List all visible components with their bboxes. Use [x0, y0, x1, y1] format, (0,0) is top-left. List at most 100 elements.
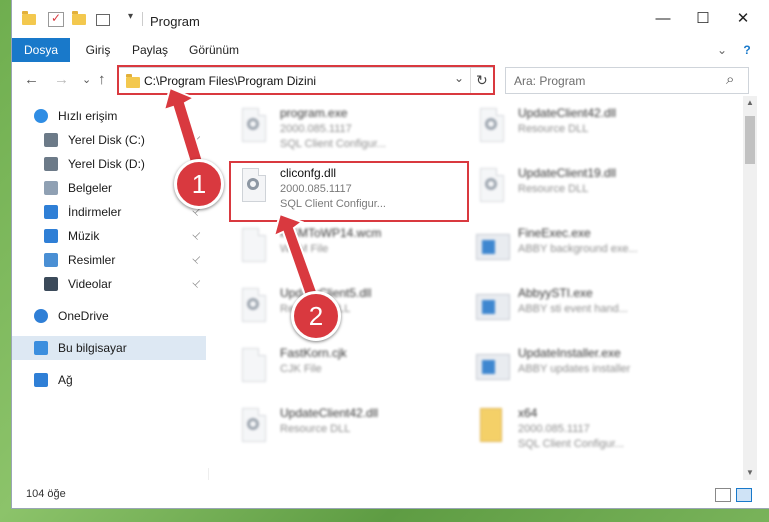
file-item[interactable]: UpdateClient42.dll Resource DLL	[208, 400, 440, 456]
video-icon	[44, 277, 58, 291]
ribbon-expand-icon[interactable]: ⌄	[714, 38, 730, 62]
large-icons-view-icon[interactable]	[736, 488, 752, 502]
minimize-button[interactable]: —	[648, 8, 678, 30]
title-bar: ✓ ▾ Program — ☐ ✕	[12, 0, 769, 38]
sidebar-item[interactable]: Yerel Disk (C:) ⊥	[12, 128, 206, 152]
sidebar-item-label: Resimler	[68, 253, 116, 267]
network-icon	[34, 373, 48, 387]
file-detail: 2000.085.1117	[280, 123, 352, 135]
sidebar-item-label: Müzik	[68, 229, 100, 243]
file-detail: CJK File	[280, 363, 322, 375]
properties-icon[interactable]: ✓	[48, 11, 64, 27]
back-button[interactable]: ←	[24, 71, 39, 88]
file-name: FineExec.exe	[518, 226, 591, 240]
sidebar-item-label: Bu bilgisayar	[58, 341, 127, 355]
pictures-icon	[44, 253, 58, 267]
sidebar-item-label: Videolar	[68, 277, 112, 291]
scrollbar-thumb[interactable]	[745, 116, 755, 164]
file-detail: WCM File	[280, 243, 329, 255]
vertical-scrollbar[interactable]: ▲ ▼	[743, 96, 757, 480]
computer-icon	[34, 341, 48, 355]
sidebar-item-label: Hızlı erişim	[58, 109, 118, 123]
sidebar-item-label: Ağ	[58, 373, 73, 387]
scroll-down-icon[interactable]: ▼	[746, 468, 754, 477]
music-icon	[44, 229, 58, 243]
sidebar-item[interactable]: Videolar ⊥	[12, 272, 206, 296]
file-item[interactable]: FineExec.exe ABBY background exe...	[446, 220, 678, 276]
file-item[interactable]: FastKorn.cjk CJK File	[208, 340, 440, 396]
download-icon	[44, 205, 58, 219]
sidebar-item[interactable]: Bu bilgisayar	[12, 336, 206, 360]
dll-icon	[476, 108, 504, 144]
file-item[interactable]: MSMToWP14.wcm WCM File	[208, 220, 440, 276]
search-input[interactable]: Ara: Program	[514, 74, 585, 88]
up-button[interactable]: ↑	[98, 71, 106, 88]
pin-icon: ⊥	[189, 132, 204, 147]
file-detail: Resource DLL	[518, 183, 589, 195]
exe-icon	[476, 228, 510, 264]
search-box[interactable]: Ara: Program ⌕	[505, 67, 749, 94]
file-icon	[238, 348, 266, 384]
file-name: AbbyySTI.exe	[518, 286, 593, 300]
drive-icon	[44, 133, 58, 147]
file-name: x64	[518, 406, 538, 420]
sidebar-item[interactable]: OneDrive	[12, 304, 206, 328]
file-name: UpdateClient42.dll	[518, 106, 617, 120]
tab-view[interactable]: Görünüm	[184, 38, 244, 62]
step-1-badge: 1	[174, 159, 224, 209]
file-item[interactable]: UpdateInstaller.exe ABBY updates installe…	[446, 340, 678, 396]
file-detail: Resource DLL	[280, 423, 351, 435]
file-name: MSMToWP14.wcm	[280, 226, 382, 240]
forward-button[interactable]: →	[54, 71, 69, 88]
title-divider	[142, 12, 143, 26]
file-icon	[238, 228, 266, 264]
file-item[interactable]: program.exe 2000.085.1117 SQL Client Confi…	[208, 100, 440, 156]
pin-icon: ⊥	[189, 252, 204, 267]
maximize-button[interactable]: ☐	[688, 8, 718, 30]
help-icon[interactable]: ?	[738, 38, 756, 62]
file-detail: ABBY sti event hand...	[518, 303, 628, 315]
navigation-pane: Hızlı erişim Yerel Disk (C:) ⊥ Yerel Disk (…	[12, 96, 208, 462]
file-description: SQL Client Configur...	[280, 138, 386, 150]
close-button[interactable]: ✕	[728, 8, 758, 30]
status-bar: 104 öğe	[12, 480, 769, 508]
sidebar-item-label: İndirmeler	[68, 205, 122, 219]
file-highlight-box	[229, 161, 469, 222]
sidebar-item[interactable]: Resimler ⊥	[12, 248, 206, 272]
file-name: UpdateClient19.dll	[518, 166, 617, 180]
quick-access-dropdown-icon[interactable]: ▾	[128, 11, 133, 27]
file-detail: 2000.085.1117	[518, 423, 590, 435]
sidebar-item-label: Yerel Disk (D:)	[68, 157, 145, 171]
file-item[interactable]: UpdateClient42.dll Resource DLL	[446, 100, 678, 156]
file-item[interactable]: UpdateClient19.dll Resource DLL	[446, 160, 678, 216]
file-detail: Resource DLL	[518, 123, 589, 135]
documents-icon	[44, 181, 58, 195]
customize-toolbar-icon[interactable]	[96, 11, 112, 27]
recent-locations-button[interactable]: ⌄	[82, 73, 91, 86]
dll-icon	[476, 168, 504, 204]
search-icon: ⌕	[726, 71, 735, 88]
file-description: SQL Client Configur...	[518, 438, 624, 450]
file-name: program.exe	[280, 106, 348, 120]
tab-file[interactable]: Dosya	[12, 38, 70, 62]
sidebar-item-label: Belgeler	[68, 181, 113, 195]
pin-icon: ⊥	[189, 276, 204, 291]
file-name: UpdateClient42.dll	[280, 406, 379, 420]
tab-home[interactable]: Giriş	[78, 38, 118, 62]
exe-icon	[476, 348, 510, 384]
sidebar-item[interactable]: Ağ	[12, 368, 206, 392]
sidebar-item[interactable]: Müzik ⊥	[12, 224, 206, 248]
ribbon: Dosya Giriş Paylaş Görünüm ⌄ ?	[12, 38, 769, 63]
address-highlight-box	[117, 65, 495, 95]
scroll-up-icon[interactable]: ▲	[746, 98, 754, 107]
file-name: UpdateInstaller.exe	[518, 346, 621, 360]
sidebar-item[interactable]: İndirmeler ⊥	[12, 200, 206, 224]
file-detail: ABBY updates installer	[518, 363, 631, 375]
tab-share[interactable]: Paylaş	[126, 38, 174, 62]
file-detail: ABBY background exe...	[518, 243, 638, 255]
file-item[interactable]: x64 2000.085.1117 SQL Client Configur...	[446, 400, 678, 456]
sidebar-item[interactable]: Hızlı erişim	[12, 104, 206, 128]
dll-icon	[238, 288, 266, 324]
details-view-icon[interactable]	[715, 488, 731, 502]
file-item[interactable]: AbbyySTI.exe ABBY sti event hand...	[446, 280, 678, 336]
